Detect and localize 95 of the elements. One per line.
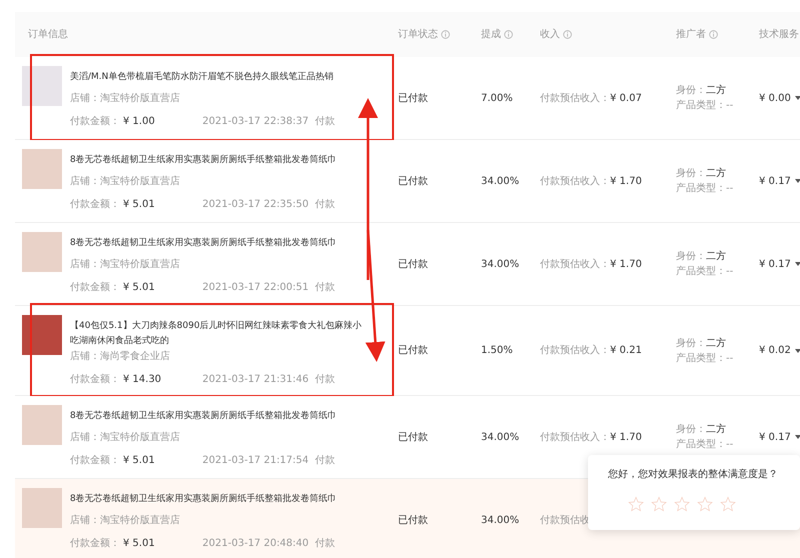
shop-name: 店铺：淘宝特价版直营店 [70,92,181,106]
amount-value: ¥ 5.01 [123,537,155,551]
star-icon[interactable] [651,496,667,512]
star-icon[interactable] [697,496,713,512]
product-title: 8卷无芯卷纸超韧卫生纸家用实惠装厕所厕纸手纸整箱批发卷筒纸巾 [70,154,338,167]
role-value: 二方 [706,251,726,262]
order-status: 已付款 [398,92,428,106]
column-header: 推广者 [676,28,706,42]
payment-time: 2021-03-17 21:31:46 付款 [202,373,335,387]
commission-rate: 34.00% [481,514,520,528]
star-icon[interactable] [674,496,690,512]
product-type: 产品类型：-- [676,182,734,196]
column-header: 提成 [481,28,501,42]
amount-value: ¥ 5.01 [123,454,155,468]
survey-question: 您好，您对效果报表的整体满意度是？ [608,468,779,482]
fee-dropdown[interactable]: ¥ 0.00 [759,90,800,106]
photo-placeholder [22,315,62,355]
product-title: 【40包仅5.1】大刀肉辣条8090后儿时怀旧网红辣味素零食大礼包麻辣小吃湖南休闲食品老式吃的 [70,320,363,348]
amount-value: ¥ 1.00 [123,115,155,129]
role-label: 身份： [676,168,706,179]
income-value: ¥ 1.70 [610,174,642,188]
role-value: 二方 [706,85,726,96]
column-header: 订单信息 [28,28,68,42]
product-type: 产品类型：-- [676,352,734,366]
amount-label: 付款金额： [70,114,120,129]
payment-time: 2021-03-17 22:35:50 付款 [202,198,335,212]
role-label: 身份： [676,85,706,96]
amount-value: ¥ 5.01 [123,198,155,212]
income-value: ¥ 0.21 [610,344,642,358]
amount-label: 付款金额： [70,454,120,468]
product-type: 产品类型：-- [676,98,734,113]
amount-value: ¥ 14.30 [123,373,162,387]
caret-icon [794,435,800,439]
amount-label: 付款金额： [70,372,120,387]
role-value: 二方 [706,168,726,179]
caret-icon [794,96,800,100]
product-title: 8卷无芯卷纸超韧卫生纸家用实惠装厕所厕纸手纸整箱批发卷筒纸巾 [70,492,338,506]
shop-name: 店铺：淘宝特价版直营店 [70,514,181,528]
payment-time: 2021-03-17 20:48:40 付款 [202,537,335,551]
caret-icon [794,262,800,266]
role-label: 身份： [676,424,706,435]
shop-name: 店铺：淘宝特价版直营店 [70,430,181,445]
payment-time: 2021-03-17 22:00:51 付款 [202,281,335,295]
photo-placeholder [22,232,62,272]
product-title: 8卷无芯卷纸超韧卫生纸家用实惠装厕所厕纸手纸整箱批发卷筒纸巾 [70,236,338,250]
star-icon[interactable] [628,496,644,512]
payment-time: 2021-03-17 22:38:37 付款 [202,115,335,129]
commission-rate: 7.00% [481,92,513,106]
photo-placeholder [22,149,62,189]
income-value: ¥ 1.70 [610,430,642,444]
order-status: 已付款 [398,258,428,272]
commission-rate: 34.00% [481,174,520,188]
caret-icon [794,348,800,352]
amount-label: 付款金额： [70,536,120,551]
order-status: 已付款 [398,430,428,444]
income-label: 付款预估收入： [540,258,610,272]
column-header: 收入 [540,28,560,42]
income-value: ¥ 1.70 [610,258,642,272]
commission-rate: 1.50% [481,344,513,358]
income-label: 付款预估收入： [540,430,610,444]
column-header: 订单状态 [398,28,438,42]
income-value: ¥ 0.07 [610,92,642,106]
product-title: 美滔/M.N单色带梳眉毛笔防水防汗眉笔不脱色持久眼线笔正品热销 [70,70,334,84]
photo-placeholder [22,405,62,445]
amount-label: 付款金额： [70,198,120,212]
amount-label: 付款金额： [70,280,120,295]
role-label: 身份： [676,251,706,262]
income-label: 付款预估收入： [540,92,610,106]
fee-dropdown[interactable]: ¥ 0.17 [759,430,800,444]
caret-icon [794,179,800,183]
order-status: 已付款 [398,174,428,188]
order-status: 已付款 [398,514,428,528]
role-value: 二方 [706,338,726,348]
photo-placeholder [22,488,62,528]
order-status: 已付款 [398,344,428,358]
commission-rate: 34.00% [481,258,520,272]
role-value: 二方 [706,424,726,435]
fee-dropdown[interactable]: ¥ 0.17 [759,256,800,272]
photo-placeholder [22,66,62,106]
commission-rate: 34.00% [481,430,520,444]
amount-value: ¥ 5.01 [123,281,155,295]
product-type: 产品类型：-- [676,264,734,279]
product-type: 产品类型：-- [676,438,734,452]
fee-dropdown[interactable]: ¥ 0.17 [759,174,800,188]
shop-name: 店铺：淘宝特价版直营店 [70,174,181,189]
fee-dropdown[interactable]: ¥ 0.02 [759,343,800,358]
star-icon[interactable] [720,496,736,512]
role-label: 身份： [676,338,706,348]
product-title: 8卷无芯卷纸超韧卫生纸家用实惠装厕所厕纸手纸整箱批发卷筒纸巾 [70,410,338,423]
payment-time: 2021-03-17 21:17:54 付款 [202,454,335,468]
income-label: 付款预估收入： [540,174,610,188]
shop-name: 店铺：海尚零食企业店 [70,350,171,364]
income-label: 付款预估收入： [540,344,610,358]
column-header: 技术服务 [759,28,799,42]
shop-name: 店铺：淘宝特价版直营店 [70,258,181,272]
